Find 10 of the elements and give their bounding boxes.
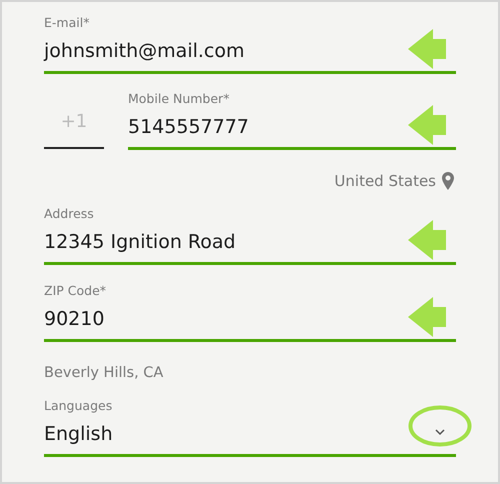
- city-name: Beverly Hills, CA: [44, 364, 164, 382]
- field-label: E-mail*: [44, 16, 90, 30]
- languages-dropdown[interactable]: Languages English: [44, 399, 456, 457]
- country-name: United States: [334, 172, 436, 190]
- field-label: Languages: [44, 399, 114, 413]
- field-label: Mobile Number*: [128, 92, 230, 106]
- location-pin-icon: [442, 172, 454, 190]
- field-label: ZIP Code*: [44, 284, 108, 298]
- field-label: Address: [44, 207, 95, 221]
- chevron-down-icon[interactable]: [434, 428, 446, 436]
